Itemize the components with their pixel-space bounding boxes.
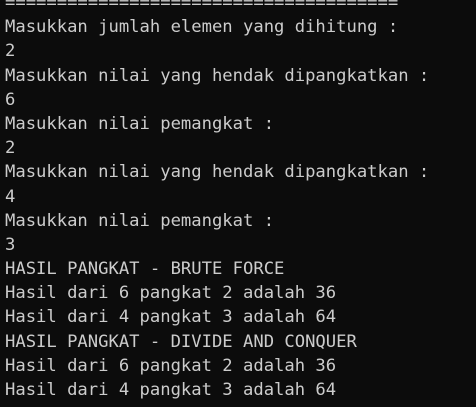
result-brute-force-1: Hasil dari 6 pangkat 2 adalah 36: [5, 283, 337, 304]
prompt-element-count: Masukkan jumlah elemen yang dihitung :: [5, 17, 399, 38]
separator-line: ======================================: [5, 0, 399, 13]
result-divide-and-conquer-2: Hasil dari 4 pangkat 3 adalah 64: [5, 380, 337, 400]
input-base-2: 4: [5, 186, 16, 207]
input-base-1: 6: [5, 89, 16, 110]
result-brute-force-2: Hasil dari 4 pangkat 3 adalah 64: [5, 307, 337, 328]
heading-brute-force: HASIL PANGKAT - BRUTE FORCE: [5, 259, 285, 280]
input-exponent-1: 2: [5, 138, 16, 159]
result-divide-and-conquer-1: Hasil dari 6 pangkat 2 adalah 36: [5, 355, 337, 376]
input-element-count: 2: [5, 41, 16, 62]
prompt-base-1: Masukkan nilai yang hendak dipangkatkan …: [5, 65, 430, 86]
terminal-output: ====================================== M…: [0, 0, 476, 407]
heading-divide-and-conquer: HASIL PANGKAT - DIVIDE AND CONQUER: [5, 331, 357, 352]
prompt-exponent-1: Masukkan nilai pemangkat :: [5, 113, 275, 134]
prompt-base-2: Masukkan nilai yang hendak dipangkatkan …: [5, 162, 430, 183]
input-exponent-2: 3: [5, 234, 16, 255]
prompt-exponent-2: Masukkan nilai pemangkat :: [5, 210, 275, 231]
terminal-lines: ====================================== M…: [5, 0, 429, 402]
